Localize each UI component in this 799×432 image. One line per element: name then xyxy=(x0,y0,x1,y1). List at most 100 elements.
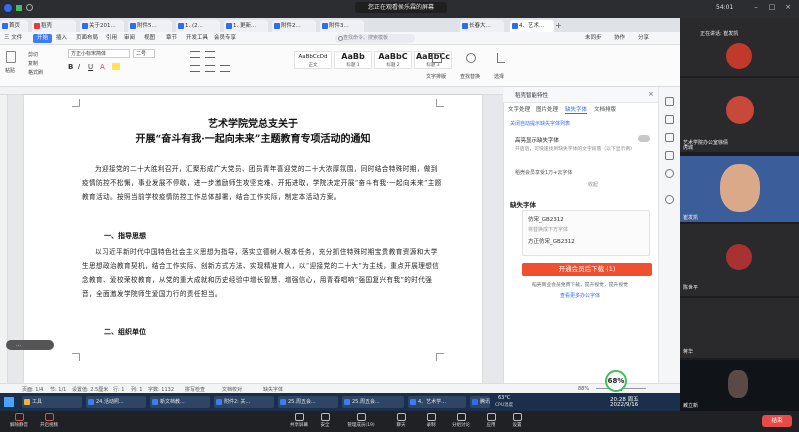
menu-item[interactable]: 开发工具 xyxy=(186,34,208,43)
status-zoom[interactable]: 88% xyxy=(578,386,589,392)
text-layout-button[interactable]: 文字排版 xyxy=(426,73,446,80)
style-preset[interactable]: AaBbCcDd 正文 xyxy=(294,51,332,69)
video-tile[interactable]: 虎城 xyxy=(680,112,799,154)
paste-button[interactable]: 粘贴 xyxy=(5,67,15,74)
bold-button[interactable]: B xyxy=(68,63,73,71)
meeting-control[interactable]: 设置 xyxy=(502,413,532,428)
shape-icon[interactable] xyxy=(665,133,674,142)
document-tab[interactable]: 4、艺术... xyxy=(510,20,554,32)
meeting-control[interactable]: 分组讨论 xyxy=(446,413,476,428)
document-page[interactable]: 艺术学院党总支关于 开展“奋斗有我·一起向未来”主题教育专项活动的通知 为迎接党… xyxy=(24,95,482,383)
add-tab-icon[interactable]: + xyxy=(555,21,562,30)
video-tile[interactable]: 崔发凯 xyxy=(680,156,799,222)
style-preset[interactable]: AaBb 标题 1 xyxy=(334,51,372,69)
document-tab[interactable]: 1. (2... xyxy=(176,20,220,32)
sync-status[interactable]: 未同步 xyxy=(585,34,602,43)
bullet-list-button[interactable] xyxy=(190,51,200,58)
document-tab[interactable]: 稻壳 xyxy=(32,20,76,32)
underline-button[interactable]: U xyxy=(88,63,93,71)
highlight-toggle[interactable] xyxy=(638,135,650,142)
document-tab[interactable]: 附件2... xyxy=(272,20,316,32)
cut-button[interactable]: 剪切 xyxy=(28,51,38,58)
video-tile[interactable]: 正在讲话: 崔发凯 xyxy=(680,18,799,76)
minimize-icon[interactable]: – xyxy=(752,3,760,11)
numbered-list-button[interactable] xyxy=(205,51,215,58)
meeting-control[interactable]: 管理成员(19) xyxy=(346,413,376,428)
panel-tab-layout[interactable]: 文档排版 xyxy=(594,105,616,113)
meeting-control[interactable]: 安全 xyxy=(310,413,340,428)
panel-close-icon[interactable]: × xyxy=(648,90,654,98)
video-tile[interactable]: 臧立新 xyxy=(680,360,799,411)
info-icon[interactable] xyxy=(26,4,33,11)
download-font-button[interactable]: 开通会员后下载 (1) xyxy=(522,263,652,276)
find-replace-icon[interactable] xyxy=(466,53,476,63)
text-layout-icon[interactable] xyxy=(432,53,442,63)
document-tab[interactable]: 关于201... xyxy=(80,20,124,32)
align-left-button[interactable] xyxy=(190,65,200,72)
meeting-control[interactable]: 录制 xyxy=(416,413,446,428)
panel-tab-missing-font[interactable]: 缺失字体 xyxy=(565,105,588,114)
video-tile[interactable]: 蒋华 xyxy=(680,298,799,358)
status-page[interactable]: 页面: 1/4 xyxy=(22,386,43,393)
taskbar-app[interactable]: 工具 xyxy=(22,396,82,408)
floating-input-hint[interactable]: … xyxy=(6,340,54,350)
find-replace-button[interactable]: 查找替换 xyxy=(460,73,480,80)
menu-item[interactable]: 开始 xyxy=(33,34,53,43)
pin-icon[interactable] xyxy=(665,97,674,106)
paste-icon[interactable] xyxy=(6,51,16,63)
share-button[interactable]: 分享 xyxy=(638,34,649,43)
video-tile[interactable]: 陈世平 xyxy=(680,224,799,296)
meeting-control[interactable]: 开启视频 xyxy=(34,413,64,428)
align-right-button[interactable] xyxy=(220,65,230,72)
location-icon[interactable] xyxy=(665,195,674,204)
command-search-input[interactable]: 查找命令、搜索模板 xyxy=(335,34,415,43)
font-size-select[interactable]: 二号 xyxy=(133,49,155,58)
menu-item[interactable]: 视图 xyxy=(144,34,155,43)
menu-item[interactable]: 三 文件 xyxy=(4,34,22,43)
menu-item[interactable]: 会员专享 xyxy=(214,34,236,43)
menu-item[interactable]: 章节 xyxy=(166,34,177,43)
highlight-button[interactable] xyxy=(112,63,120,70)
menu-item[interactable]: 审阅 xyxy=(124,34,135,43)
menu-item[interactable]: 引用 xyxy=(106,34,117,43)
align-center-button[interactable] xyxy=(205,65,215,72)
brush-icon[interactable] xyxy=(665,151,674,160)
italic-button[interactable]: I xyxy=(78,63,80,71)
maximize-icon[interactable]: □ xyxy=(768,3,776,11)
menu-item[interactable]: 页面布局 xyxy=(76,34,98,43)
select-icon[interactable] xyxy=(497,53,505,63)
status-spellcheck[interactable]: 拼写检查 xyxy=(185,386,205,393)
document-tab[interactable]: 首页 xyxy=(0,20,28,32)
menu-item[interactable]: 插入 xyxy=(56,34,67,43)
document-tab[interactable]: 附件5... xyxy=(128,20,172,32)
start-icon[interactable] xyxy=(4,397,14,407)
replacement-font-select[interactable]: 方正仿宋_GB2312 xyxy=(528,237,643,246)
collapse-link[interactable]: 收起 xyxy=(588,181,598,188)
status-missing-font[interactable]: 缺失字体 xyxy=(263,386,283,393)
document-tab[interactable]: 1. 更新... xyxy=(224,20,268,32)
performance-badge[interactable]: 68% xyxy=(605,370,627,392)
status-proofread[interactable]: 文档校对 xyxy=(222,386,242,393)
status-word-count[interactable]: 字数: 1132 xyxy=(148,386,174,393)
meeting-control[interactable]: 聊天 xyxy=(386,413,416,428)
font-family-select[interactable]: 方正小标宋简体 xyxy=(68,49,130,58)
taskbar-app[interactable]: 4、艺术学... xyxy=(408,396,466,408)
taskbar-app[interactable]: 腾讯会议 xyxy=(470,396,490,408)
meeting-control[interactable]: 解除静音 xyxy=(4,413,34,428)
taskbar-app[interactable]: 新文档教... xyxy=(150,396,210,408)
collaborate-button[interactable]: 协作 xyxy=(614,34,625,43)
style-preset[interactable]: AaBbC 标题 2 xyxy=(374,51,412,69)
zoom-icon[interactable] xyxy=(665,169,674,178)
document-tab[interactable]: 附件3... xyxy=(320,20,364,32)
document-tab[interactable]: 长春大... xyxy=(460,20,504,32)
format-brush-button[interactable]: 格式刷 xyxy=(28,69,43,76)
taskbar-app[interactable]: 25.周五会... xyxy=(278,396,338,408)
copy-button[interactable]: 复制 xyxy=(28,60,38,67)
edit-icon[interactable] xyxy=(665,115,674,124)
taskbar-app[interactable]: 24.活动照... xyxy=(86,396,146,408)
panel-tab-image[interactable]: 图片处理 xyxy=(536,105,558,113)
clock-date[interactable]: 2022/9/16 xyxy=(610,402,638,408)
auto-prompt-notice[interactable]: 关闭自动提示缺失字体列表 xyxy=(510,120,570,127)
select-button[interactable]: 选择 xyxy=(494,73,504,80)
end-meeting-button[interactable]: 结束 xyxy=(762,415,792,427)
